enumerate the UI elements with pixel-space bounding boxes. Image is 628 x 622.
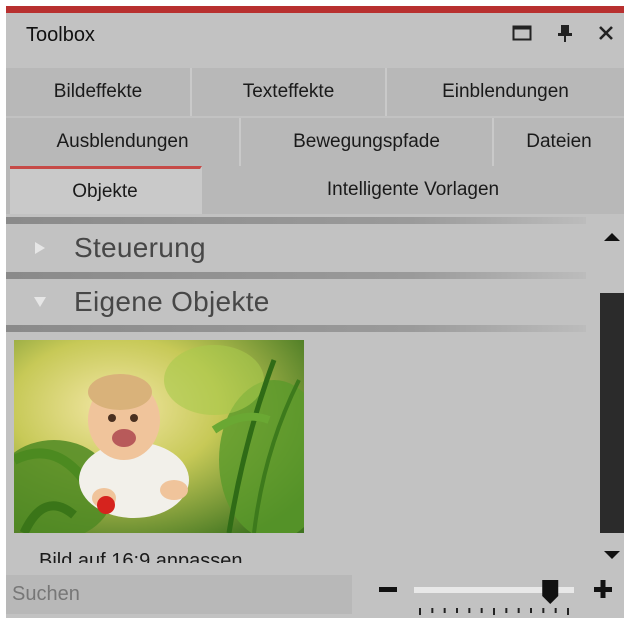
tab-row-2: Ausblendungen Bewegungspfade Dateien xyxy=(6,118,624,166)
section-label: Eigene Objekte xyxy=(74,286,270,317)
slider-tick xyxy=(542,608,545,613)
divider xyxy=(6,217,586,224)
vertical-scrollbar[interactable] xyxy=(600,217,624,563)
slider-tick xyxy=(554,608,557,613)
slider-tick xyxy=(443,608,446,613)
slider-tick xyxy=(567,608,569,615)
window-title: Toolbox xyxy=(26,24,95,46)
slider-tick xyxy=(517,608,520,613)
scrollbar-thumb[interactable] xyxy=(600,293,624,533)
scroll-down-icon[interactable] xyxy=(603,547,621,565)
maximize-icon[interactable] xyxy=(508,18,536,48)
object-thumbnail[interactable] xyxy=(14,340,304,533)
slider-tick xyxy=(480,608,483,613)
toolbox-panel: Toolbox Bildeffekte Texteffekte Einblend… xyxy=(6,6,624,618)
section-label: Steuerung xyxy=(74,232,206,263)
tab-bewegungspfade[interactable]: Bewegungspfade xyxy=(241,118,494,166)
zoom-out-icon[interactable] xyxy=(378,578,398,605)
slider-thumb[interactable] xyxy=(542,580,559,604)
slider-tick xyxy=(530,608,532,613)
tab-intelligente-vorlagen[interactable]: Intelligente Vorlagen xyxy=(202,166,624,214)
search-input[interactable]: Suchen xyxy=(6,575,352,614)
zoom-slider[interactable] xyxy=(414,578,574,616)
pin-icon[interactable] xyxy=(551,18,579,48)
section-steuerung[interactable]: Steuerung xyxy=(6,227,600,269)
slider-tick xyxy=(493,608,495,615)
close-icon[interactable] xyxy=(592,18,620,48)
divider xyxy=(6,272,586,279)
zoom-in-icon[interactable] xyxy=(593,578,613,605)
collapse-arrow-icon xyxy=(6,296,74,308)
slider-tick xyxy=(456,608,458,613)
tab-objekte[interactable]: Objekte xyxy=(10,166,202,214)
objects-list: Steuerung Eigene Objekte Bild auf 16:9 a… xyxy=(6,217,600,563)
section-eigene-objekte[interactable]: Eigene Objekte xyxy=(6,281,600,323)
expand-arrow-icon xyxy=(6,241,74,255)
slider-tick xyxy=(468,608,471,613)
object-caption: Bild auf 16:9 anpassen xyxy=(39,550,243,563)
tab-ausblendungen[interactable]: Ausblendungen xyxy=(6,118,241,166)
tab-einblendungen[interactable]: Einblendungen xyxy=(387,68,624,116)
tab-row-1: Bildeffekte Texteffekte Einblendungen xyxy=(6,68,624,116)
slider-tick xyxy=(505,608,508,613)
slider-tick xyxy=(419,608,421,615)
scroll-up-icon[interactable] xyxy=(603,229,621,247)
tab-row-3: Objekte Intelligente Vorlagen xyxy=(6,166,624,214)
slider-tick xyxy=(431,608,434,613)
title-accent-bar xyxy=(6,6,624,13)
tab-dateien[interactable]: Dateien xyxy=(494,118,624,166)
divider xyxy=(6,325,586,332)
tab-texteffekte[interactable]: Texteffekte xyxy=(192,68,387,116)
tab-bildeffekte[interactable]: Bildeffekte xyxy=(6,68,192,116)
